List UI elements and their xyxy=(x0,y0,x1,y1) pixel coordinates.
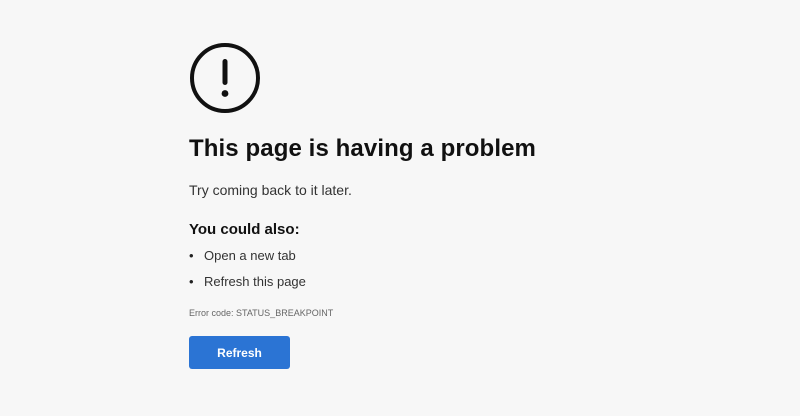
suggestion-label: Open a new tab xyxy=(204,248,296,263)
error-code: Error code: STATUS_BREAKPOINT xyxy=(189,308,334,318)
error-page: This page is having a problem Try coming… xyxy=(0,0,800,416)
suggestion-open-new-tab: • Open a new tab xyxy=(189,246,709,266)
page-title: This page is having a problem xyxy=(189,135,536,162)
suggestion-refresh-page: • Refresh this page xyxy=(189,272,709,292)
suggestions-list: • Open a new tab • Refresh this page xyxy=(189,246,709,292)
error-subtitle: Try coming back to it later. xyxy=(189,182,352,198)
error-content: This page is having a problem Try coming… xyxy=(189,42,709,369)
suggestions-heading: You could also: xyxy=(189,221,300,238)
bullet-icon: • xyxy=(189,274,194,289)
exclamation-circle-icon xyxy=(189,42,709,114)
bullet-icon: • xyxy=(189,248,194,263)
suggestion-label: Refresh this page xyxy=(204,274,306,289)
refresh-button[interactable]: Refresh xyxy=(189,336,290,369)
